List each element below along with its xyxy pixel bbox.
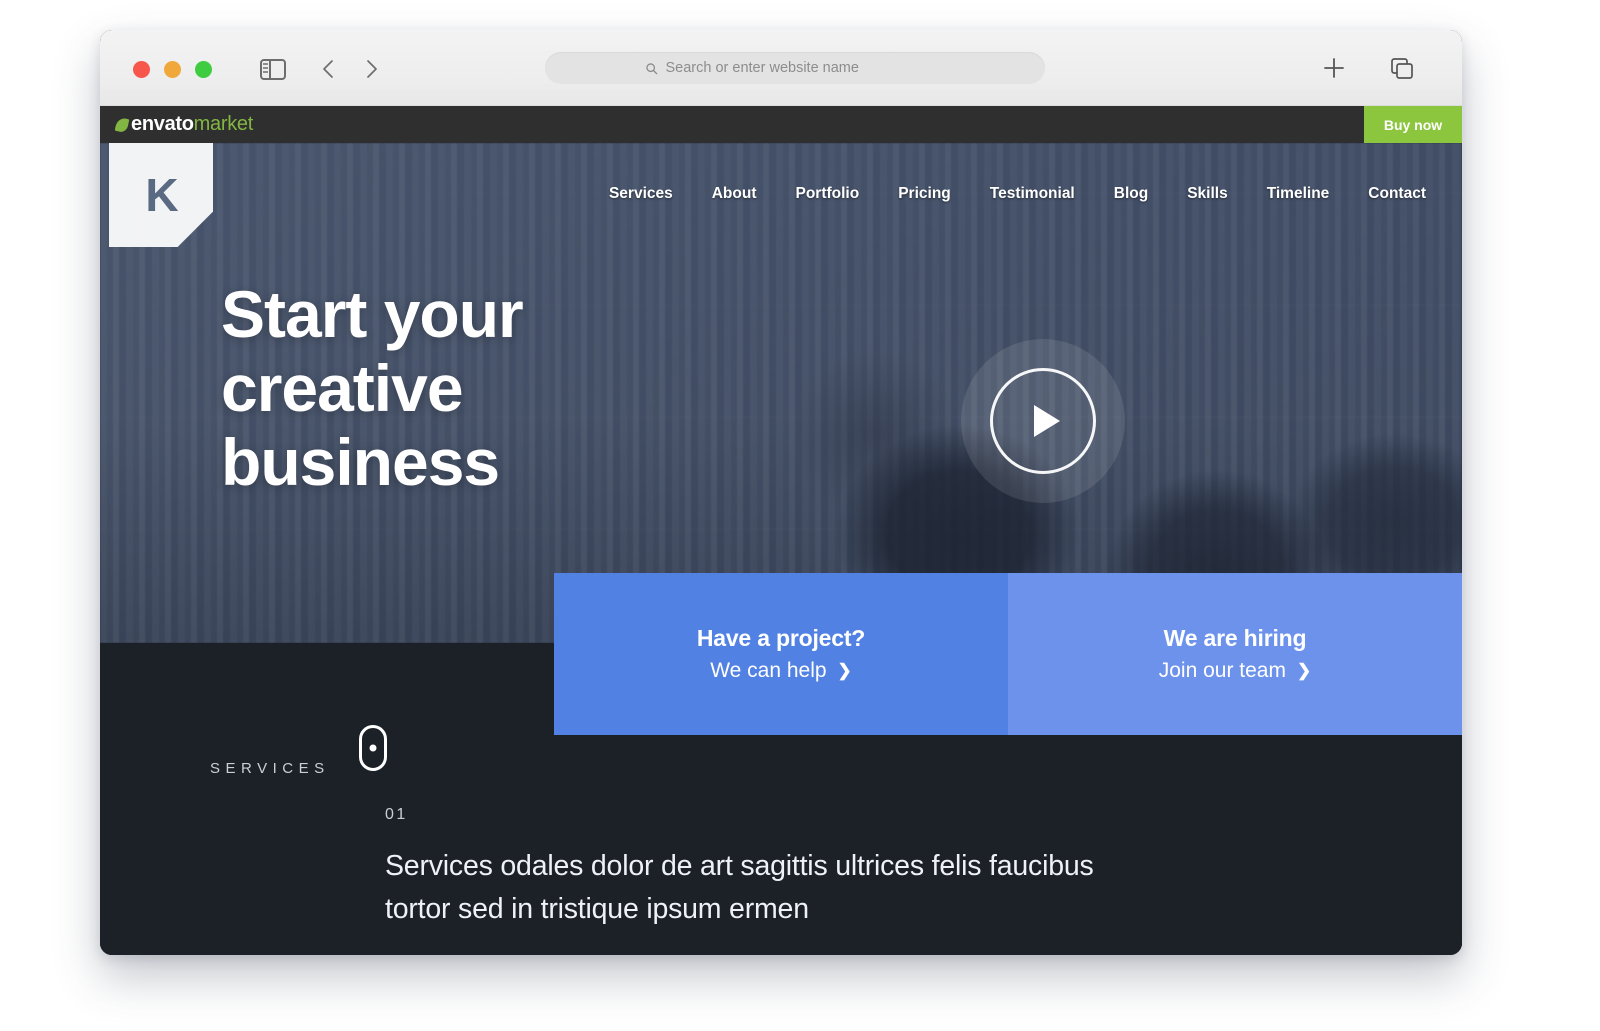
cta-link-label-project: We can help (710, 659, 827, 682)
leaf-icon (114, 116, 130, 133)
envato-market-bar: envato market Buy now (100, 106, 1462, 143)
mouse-outline (359, 725, 387, 771)
chevron-right-icon: ❯ (1296, 661, 1312, 680)
market-wordmark: market (193, 113, 254, 135)
nav-item-testimonial[interactable]: Testimonial (990, 185, 1075, 203)
hero-heading-line-1: Start your (221, 277, 524, 351)
cta-link-label-hiring: Join our team (1158, 659, 1286, 682)
chevron-right-icon: ❯ (837, 661, 852, 680)
cta-panel-have-a-project[interactable]: Have a project? We can help ❯ (554, 573, 1008, 735)
mouse-scroll-icon[interactable] (348, 710, 398, 786)
chevron-right-icon[interactable] (358, 56, 384, 82)
close-window-button[interactable] (133, 61, 150, 78)
browser-titlebar (100, 30, 1462, 106)
browser-window: envato market Buy now K Services About P… (100, 30, 1462, 955)
sidebar-lines (263, 62, 268, 77)
tab-overview-icon[interactable] (1389, 57, 1415, 81)
nav-item-about[interactable]: About (712, 185, 757, 203)
cta-panel-group: Have a project? We can help ❯ We are hir… (554, 573, 1462, 735)
window-controls (133, 61, 212, 78)
services-kicker: SERVICES (210, 760, 330, 777)
play-triangle (1034, 405, 1060, 437)
k-logo-letter: K (145, 169, 178, 221)
nav-item-timeline[interactable]: Timeline (1267, 185, 1330, 203)
cta-link-we-can-help[interactable]: We can help ❯ (710, 659, 852, 683)
nav-item-blog[interactable]: Blog (1114, 185, 1148, 203)
cta-link-join-our-team[interactable]: Join our team ❯ (1159, 659, 1311, 683)
cta-title-project: Have a project? (696, 625, 866, 651)
hero-heading: Start your creative business (221, 277, 524, 500)
services-number: 01 (385, 806, 408, 823)
hero-heading-line-3: business (221, 424, 500, 499)
minimize-window-button[interactable] (164, 61, 181, 78)
cta-title-hiring: We are hiring (1163, 625, 1307, 651)
video-play-control (961, 339, 1125, 503)
hero-heading-line-2: creative (221, 350, 464, 425)
sidebar-icon[interactable] (260, 59, 286, 80)
address-bar[interactable] (545, 52, 1045, 84)
plus-icon[interactable] (1321, 55, 1347, 81)
envato-logo[interactable]: envato market (114, 113, 254, 136)
nav-item-pricing[interactable]: Pricing (898, 185, 951, 203)
nav-item-portfolio[interactable]: Portfolio (796, 185, 860, 203)
site-navigation: Services About Portfolio Pricing Testimo… (609, 185, 1426, 203)
nav-item-skills[interactable]: Skills (1187, 185, 1228, 203)
cta-panel-we-are-hiring[interactable]: We are hiring Join our team ❯ (1008, 573, 1462, 735)
envato-wordmark: envato (131, 113, 194, 135)
zoom-window-button[interactable] (195, 61, 212, 78)
search-icon (645, 62, 657, 74)
play-icon[interactable] (990, 368, 1096, 474)
chevron-left-icon[interactable] (316, 56, 342, 82)
site-viewport: K Services About Portfolio Pricing Testi… (100, 143, 1462, 955)
buy-now-button[interactable]: Buy now (1364, 106, 1462, 143)
nav-item-services[interactable]: Services (609, 185, 673, 203)
search-input[interactable] (665, 60, 946, 76)
nav-item-contact[interactable]: Contact (1368, 185, 1426, 203)
hero-section: K Services About Portfolio Pricing Testi… (100, 143, 1462, 643)
services-headline: Services odales dolor de art sagittis ul… (385, 850, 1094, 925)
